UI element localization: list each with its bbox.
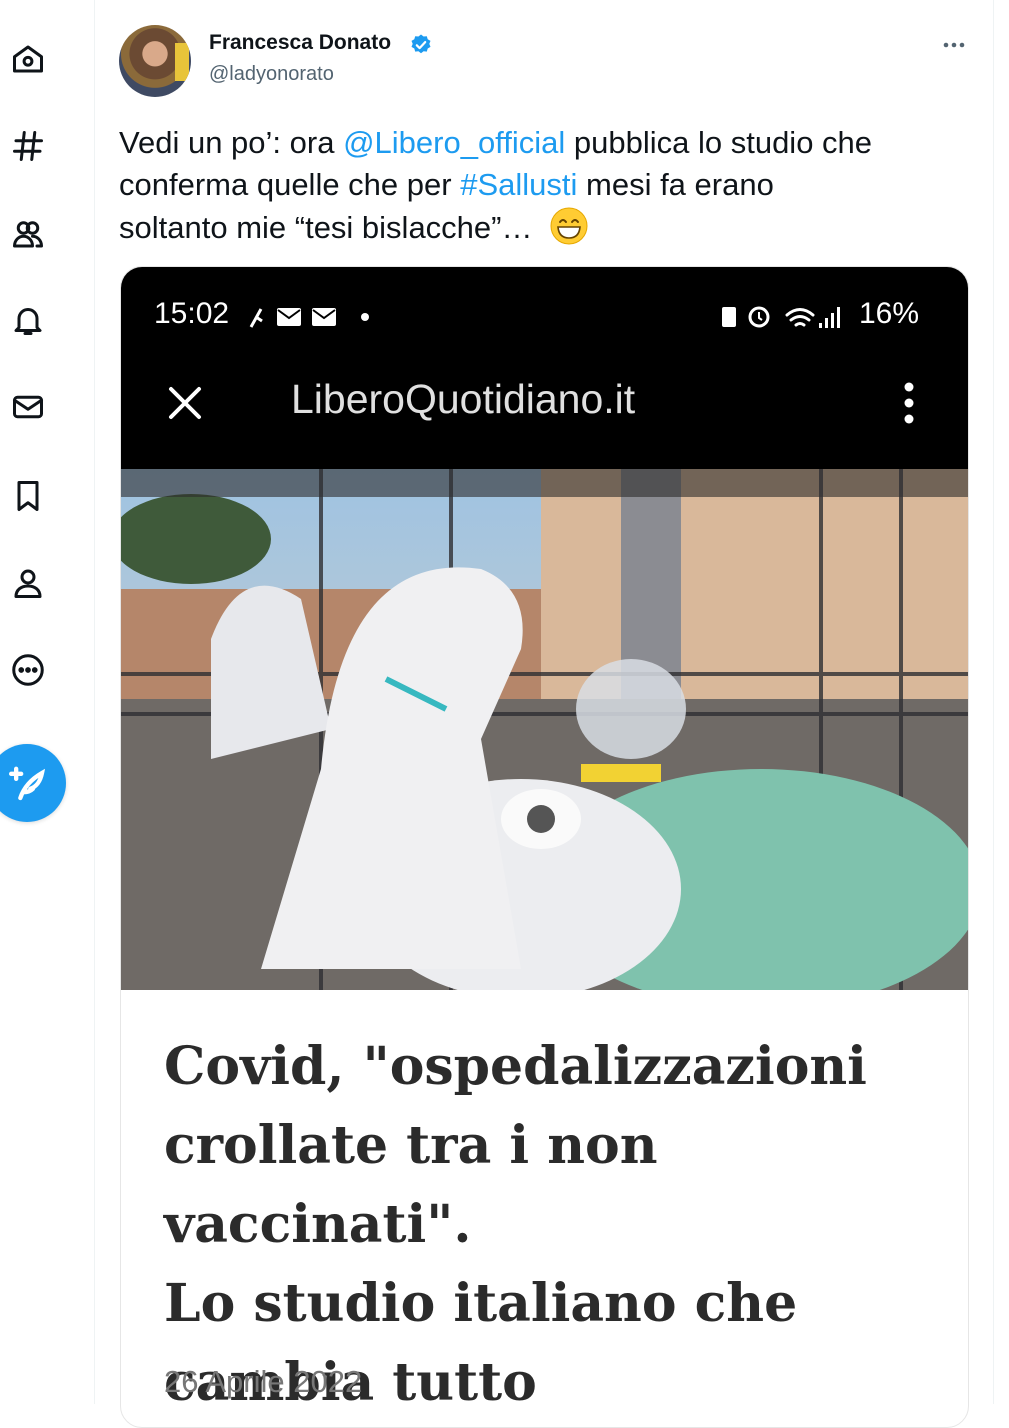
column-divider-left (94, 0, 95, 1404)
profile-icon[interactable] (6, 561, 50, 605)
tweet-text-segment: soltanto mie “tesi bislacche”… (119, 210, 542, 245)
hashtag-link[interactable]: #Sallusti (460, 167, 577, 202)
compose-button[interactable] (0, 744, 66, 822)
article-photo (121, 469, 968, 990)
compose-feather-icon (9, 766, 46, 801)
bookmarks-icon[interactable] (6, 474, 50, 518)
verified-badge-icon (411, 34, 431, 54)
article-title-line: Lo studio italiano che (164, 1273, 798, 1334)
tweet-media-image[interactable]: 15:02 16% LiberoQuotidiano.it Covid, "os… (120, 266, 969, 1428)
article-title-line: crollate tra i non vaccinati". (164, 1115, 658, 1255)
article-title: Covid, "ospedalizzazioni crollate tra i … (164, 1027, 944, 1422)
messages-icon[interactable] (6, 385, 50, 429)
home-icon[interactable] (6, 37, 50, 81)
article-title-line: Covid, "ospedalizzazioni (164, 1036, 867, 1097)
phone-browser-header: 15:02 16% LiberoQuotidiano.it (121, 267, 968, 469)
display-name[interactable]: Francesca Donato (209, 31, 391, 55)
explore-icon[interactable] (6, 124, 50, 168)
sidebar (0, 0, 66, 1404)
communities-icon[interactable] (6, 212, 50, 256)
notification-icons (249, 308, 369, 328)
status-time: 15:02 (154, 297, 230, 330)
mention-link[interactable]: @Libero_official (343, 125, 565, 160)
close-icon (169, 387, 201, 419)
more-icon[interactable] (6, 648, 50, 692)
notifications-icon[interactable] (6, 298, 50, 342)
site-title: LiberoQuotidiano.it (291, 376, 636, 422)
tweet-text-segment: mesi fa erano (577, 167, 774, 202)
system-status-icons (722, 306, 840, 328)
user-handle[interactable]: @ladyonorato (209, 63, 334, 86)
tweet-text-segment: conferma quelle che per (119, 167, 461, 202)
more-options-icon[interactable] (932, 28, 976, 62)
tweet-text-segment: pubblica lo studio che (565, 125, 873, 160)
column-divider-right (993, 0, 994, 1404)
battery-level: 16% (859, 297, 920, 330)
kebab-menu-icon (904, 382, 914, 424)
grinning-face-emoji-icon (550, 207, 588, 245)
tweet-text: Vedi un po’: ora @Libero_official pubbli… (119, 122, 979, 249)
article-date: 26 Aprile 2022 (164, 1364, 363, 1399)
avatar[interactable] (119, 25, 191, 97)
tweet-text-segment: Vedi un po’: ora (119, 125, 344, 160)
